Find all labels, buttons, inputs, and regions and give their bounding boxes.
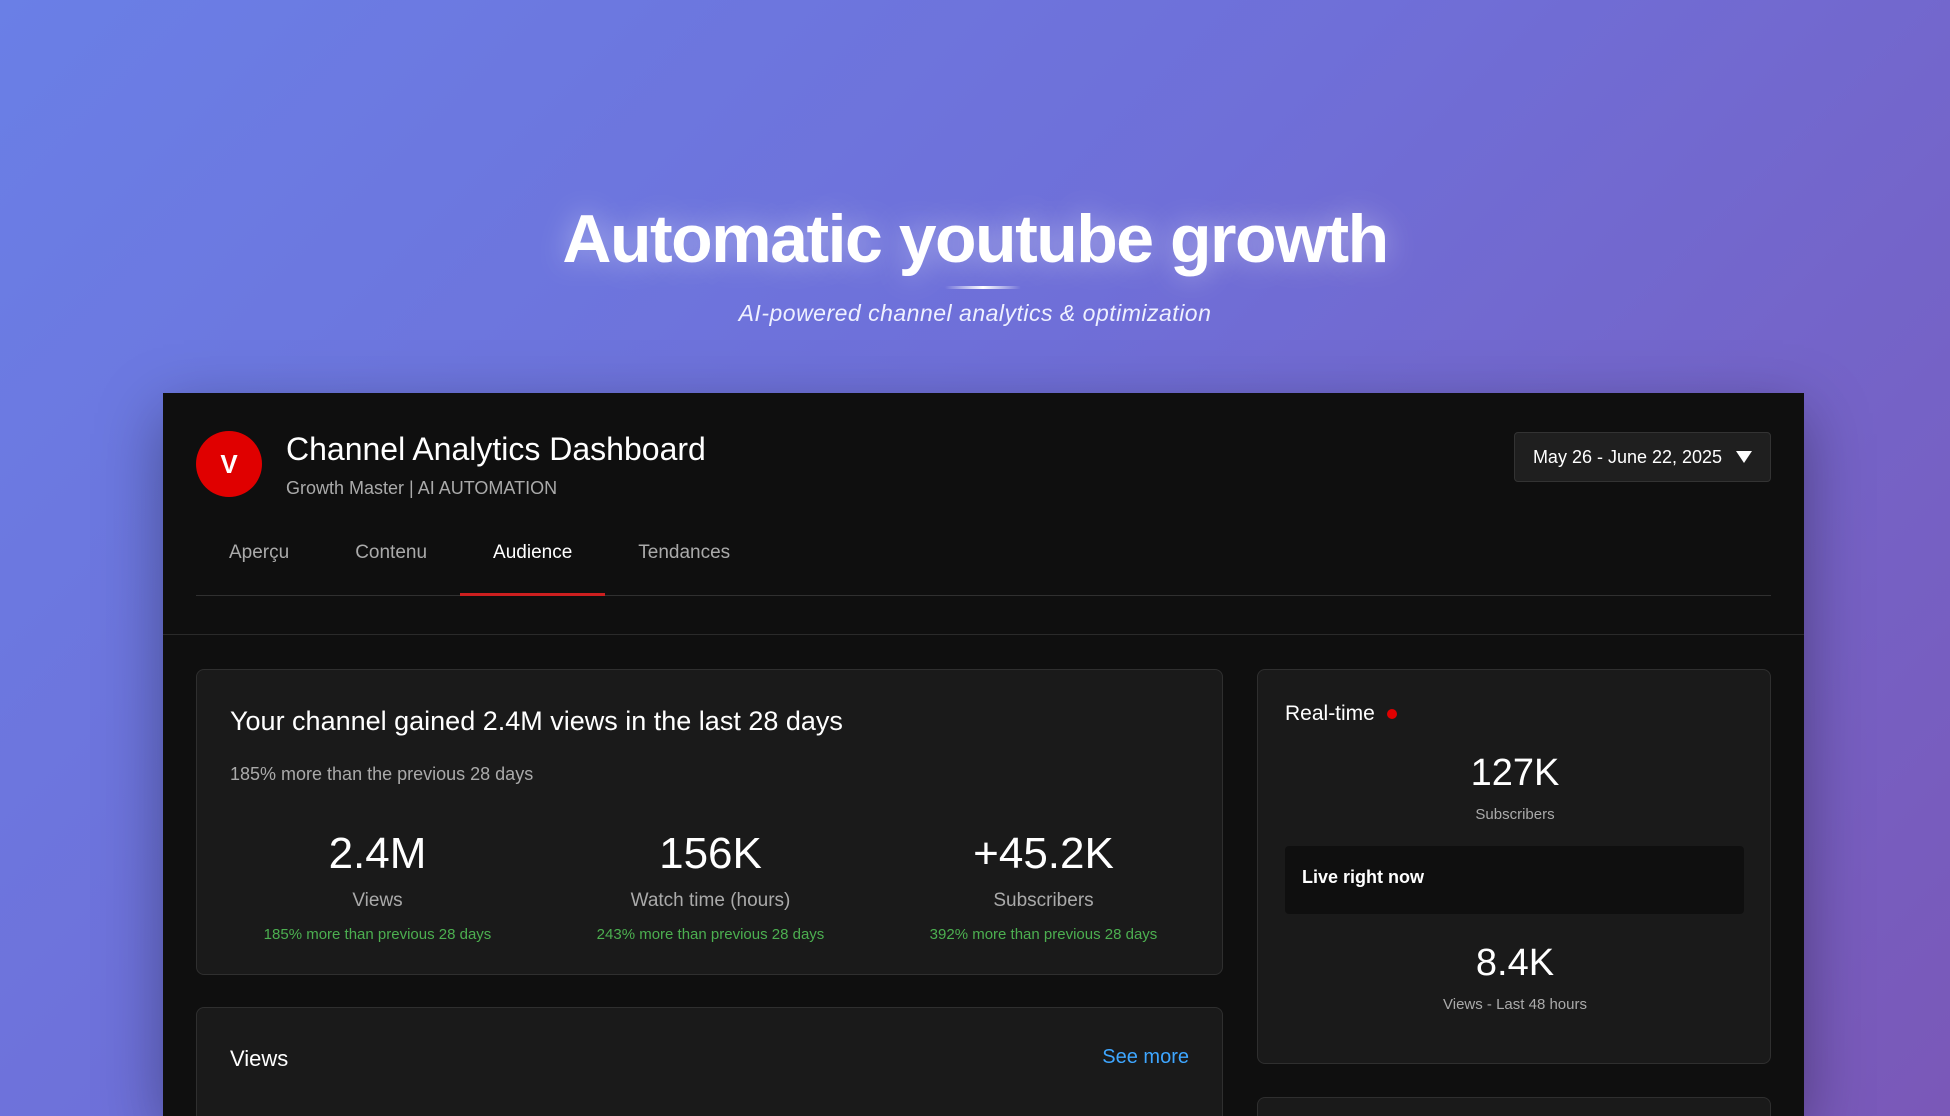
- hero-divider: [945, 286, 1021, 289]
- date-range-select[interactable]: May 26 - June 22, 2025: [1514, 432, 1771, 482]
- realtime-card: Real-time 127K Subscribers Live right no…: [1257, 669, 1771, 1064]
- realtime-title: Real-time: [1285, 702, 1375, 725]
- hero-title: Automatic youtube growth: [562, 201, 1389, 277]
- metric-change: 185% more than previous 28 days: [263, 926, 492, 943]
- live-now-panel[interactable]: Live right now: [1285, 846, 1744, 914]
- chevron-down-icon: [1736, 451, 1753, 463]
- metric-value: +45.2K: [973, 829, 1114, 878]
- channel-avatar[interactable]: V: [196, 431, 262, 497]
- metric-label: Watch time (hours): [630, 890, 791, 911]
- views-card-title: Views: [230, 1046, 289, 1071]
- tab-apercu[interactable]: Aperçu: [196, 511, 322, 595]
- secondary-card: [1257, 1097, 1771, 1116]
- metric-change: 392% more than previous 28 days: [929, 926, 1158, 943]
- live-now-label: Live right now: [1302, 867, 1425, 887]
- realtime-subscribers-label: Subscribers: [1475, 806, 1555, 823]
- metric-change: 243% more than previous 28 days: [596, 926, 825, 943]
- summary-headline: Your channel gained 2.4M views in the la…: [230, 706, 843, 736]
- see-more-link[interactable]: See more: [1102, 1046, 1189, 1069]
- analytics-dashboard: V Channel Analytics Dashboard Growth Mas…: [163, 393, 1804, 1116]
- metric-label: Views: [352, 890, 403, 911]
- metric-value: 2.4M: [328, 829, 427, 878]
- tab-tendances[interactable]: Tendances: [605, 511, 763, 595]
- summary-subtext: 185% more than the previous 28 days: [230, 764, 534, 784]
- metric-subscribers[interactable]: +45.2K Subscribers 392% more than previo…: [877, 828, 1210, 958]
- dashboard-header: V Channel Analytics Dashboard Growth Mas…: [196, 431, 1771, 501]
- realtime-views-value: 8.4K: [1475, 942, 1555, 984]
- metric-label: Subscribers: [993, 890, 1094, 911]
- metric-value: 156K: [659, 829, 762, 878]
- date-range-label: May 26 - June 22, 2025: [1532, 446, 1723, 467]
- live-dot-icon: [1386, 709, 1397, 719]
- channel-name: Growth Master | AI AUTOMATION: [286, 478, 558, 498]
- section-divider: [163, 634, 1804, 635]
- realtime-subscribers-value: 127K: [1470, 752, 1560, 794]
- realtime-views-label: Views - Last 48 hours: [1443, 996, 1587, 1013]
- tab-bar: Aperçu Contenu Audience Tendances: [196, 511, 1771, 596]
- realtime-header: Real-time: [1285, 702, 1397, 726]
- metric-views[interactable]: 2.4M Views 185% more than previous 28 da…: [211, 828, 544, 958]
- metrics-row: 2.4M Views 185% more than previous 28 da…: [197, 828, 1224, 958]
- tab-contenu[interactable]: Contenu: [322, 511, 460, 595]
- hero-subtitle: AI-powered channel analytics & optimizat…: [738, 300, 1212, 326]
- views-card: Views See more: [196, 1007, 1223, 1116]
- metric-watch-time[interactable]: 156K Watch time (hours) 243% more than p…: [544, 828, 877, 958]
- tab-audience[interactable]: Audience: [460, 511, 606, 596]
- page-title: Channel Analytics Dashboard: [286, 431, 706, 467]
- summary-card: Your channel gained 2.4M views in the la…: [196, 669, 1223, 975]
